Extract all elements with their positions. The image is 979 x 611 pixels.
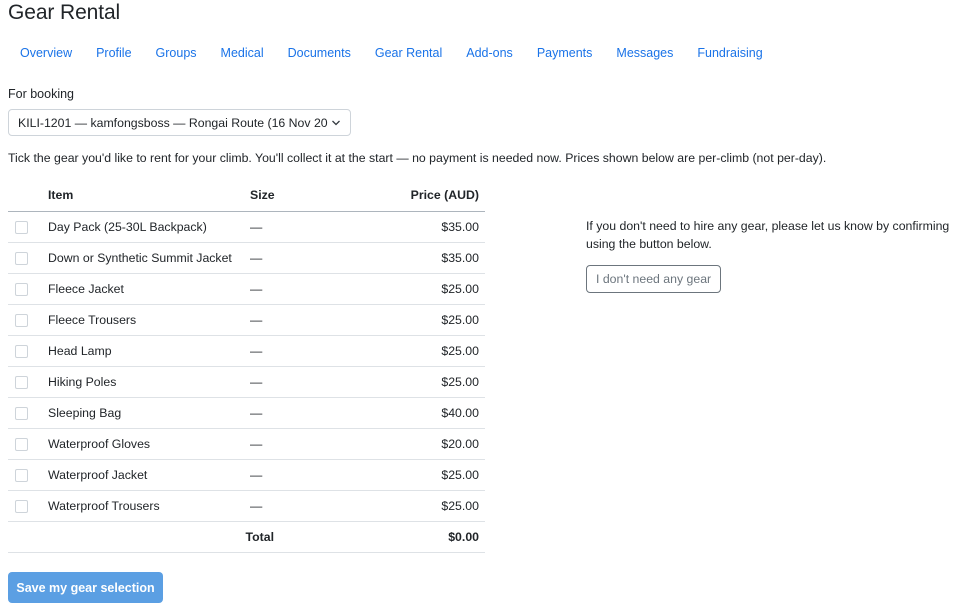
gear-item: Hiking Poles [48,366,250,398]
gear-item: Day Pack (25-30L Backpack) [48,211,250,243]
tab-fundraising[interactable]: Fundraising [685,44,774,62]
header-select [8,180,48,212]
gear-item: Waterproof Gloves [48,428,250,460]
save-gear-button[interactable]: Save my gear selection [8,572,163,603]
table-row: Waterproof Jacket — $25.00 [8,459,485,491]
table-header-row: Item Size Price (AUD) [8,180,485,212]
gear-size: — [250,211,370,243]
header-size: Size [250,180,370,212]
gear-size: — [250,273,370,305]
table-row: Fleece Trousers — $25.00 [8,304,485,336]
total-value: $0.00 [370,521,485,553]
gear-checkbox[interactable] [15,313,28,327]
tab-documents[interactable]: Documents [276,44,363,62]
tab-add-ons[interactable]: Add-ons [454,44,525,62]
gear-item: Down or Synthetic Summit Jacket [48,242,250,274]
gear-price: $35.00 [370,211,485,243]
gear-item: Sleeping Bag [48,397,250,429]
gear-item: Head Lamp [48,335,250,367]
tab-gear-rental[interactable]: Gear Rental [363,44,454,62]
table-row: Waterproof Trousers — $25.00 [8,490,485,522]
gear-table: Item Size Price (AUD) Day Pack (25-30L B… [8,180,485,553]
chevron-down-icon [332,120,340,126]
table-row: Hiking Poles — $25.00 [8,366,485,398]
total-row: Total $0.00 [8,521,485,553]
profile-tabs: Overview Profile Groups Medical Document… [8,44,775,62]
booking-label: For booking [8,87,75,101]
table-row: Fleece Jacket — $25.00 [8,273,485,305]
gear-size: — [250,242,370,274]
table-row: Head Lamp — $25.00 [8,335,485,367]
gear-item: Waterproof Jacket [48,459,250,491]
gear-price: $25.00 [370,459,485,491]
table-row: Down or Synthetic Summit Jacket — $35.00 [8,242,485,274]
gear-size: — [250,459,370,491]
tab-overview[interactable]: Overview [8,44,84,62]
gear-checkbox[interactable] [15,251,28,265]
table-row: Day Pack (25-30L Backpack) — $35.00 [8,211,485,243]
booking-select[interactable]: KILI-1201 — kamfongsboss — Rongai Route … [8,109,351,136]
gear-price: $35.00 [370,242,485,274]
gear-checkbox[interactable] [15,499,28,513]
intro-text: Tick the gear you'd like to rent for you… [8,151,827,165]
tab-groups[interactable]: Groups [144,44,209,62]
gear-size: — [250,366,370,398]
gear-checkbox[interactable] [15,375,28,389]
gear-item: Waterproof Trousers [48,490,250,522]
gear-price: $40.00 [370,397,485,429]
gear-size: — [250,397,370,429]
page-title: Gear Rental [8,1,121,24]
gear-size: — [250,490,370,522]
table-row: Waterproof Gloves — $20.00 [8,428,485,460]
gear-size: — [250,428,370,460]
gear-size: — [250,304,370,336]
gear-price: $25.00 [370,335,485,367]
gear-checkbox[interactable] [15,282,28,296]
gear-price: $25.00 [370,490,485,522]
gear-price: $25.00 [370,304,485,336]
gear-checkbox[interactable] [15,344,28,358]
gear-price: $25.00 [370,273,485,305]
gear-item: Fleece Jacket [48,273,250,305]
no-gear-button[interactable]: I don't need any gear [586,265,722,293]
tab-messages[interactable]: Messages [604,44,685,62]
booking-select-value: KILI-1201 — kamfongsboss — Rongai Route … [18,116,328,130]
tab-profile[interactable]: Profile [84,44,143,62]
gear-checkbox[interactable] [15,468,28,482]
gear-item: Fleece Trousers [48,304,250,336]
header-item: Item [48,180,250,212]
gear-price: $20.00 [370,428,485,460]
table-row: Sleeping Bag — $40.00 [8,397,485,429]
gear-price: $25.00 [370,366,485,398]
gear-checkbox[interactable] [15,406,28,420]
total-label: Total [8,521,370,553]
header-price: Price (AUD) [370,180,485,212]
tab-payments[interactable]: Payments [525,44,605,62]
gear-size: — [250,335,370,367]
gear-checkbox[interactable] [15,437,28,451]
no-gear-note: If you don't need to hire any gear, plea… [586,219,950,251]
gear-checkbox[interactable] [15,220,28,234]
tab-medical[interactable]: Medical [209,44,276,62]
